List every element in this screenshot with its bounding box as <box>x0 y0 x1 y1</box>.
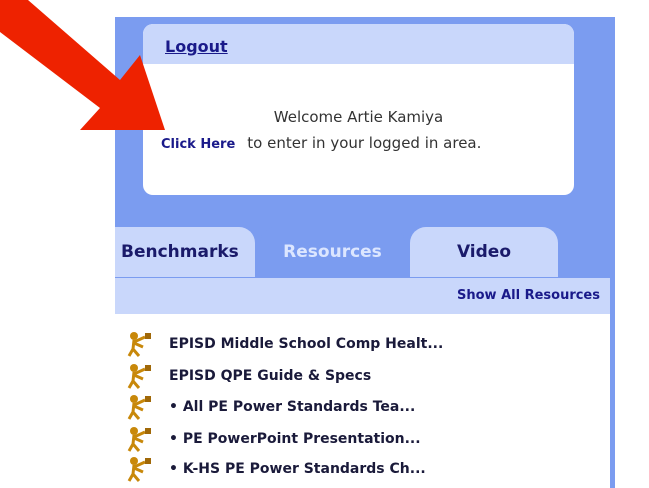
list-item[interactable]: • K-HS PE Power Standards Ch... <box>127 456 426 482</box>
resources-toolbar: Show All Resources <box>115 278 610 314</box>
tab-resources[interactable]: Resources <box>260 227 405 277</box>
resource-label: EPISD QPE Guide & Specs <box>169 368 372 384</box>
red-arrow-icon <box>0 0 165 130</box>
resource-label: EPISD Middle School Comp Healt... <box>169 336 444 352</box>
enter-area-line: Click Here to enter in your logged in are… <box>161 134 481 152</box>
pe-figure-icon <box>127 332 151 357</box>
resource-label: • PE PowerPoint Presentation... <box>169 431 421 447</box>
pe-figure-icon <box>127 427 151 452</box>
login-box: Logout Welcome Artie Kamiya Click Here to… <box>143 24 574 195</box>
welcome-message: Welcome Artie Kamiya <box>273 108 444 126</box>
resource-label: • K-HS PE Power Standards Ch... <box>169 461 426 477</box>
list-item[interactable]: • PE PowerPoint Presentation... <box>127 426 421 452</box>
resource-label: • All PE Power Standards Tea... <box>169 399 416 415</box>
list-item[interactable]: EPISD QPE Guide & Specs <box>127 363 371 389</box>
pe-figure-icon <box>127 364 151 389</box>
enter-area-text: to enter in your logged in area. <box>247 134 482 152</box>
tab-benchmarks[interactable]: Benchmarks <box>115 227 255 277</box>
list-item[interactable]: EPISD Middle School Comp Healt... <box>127 331 443 357</box>
pe-figure-icon <box>127 395 151 420</box>
list-item[interactable]: • All PE Power Standards Tea... <box>127 394 415 420</box>
login-header: Logout <box>143 24 574 64</box>
tab-video[interactable]: Video <box>410 227 558 277</box>
show-all-resources-link[interactable]: Show All Resources <box>457 288 600 303</box>
resource-list: EPISD Middle School Comp Healt... EPISD … <box>115 314 610 488</box>
pe-figure-icon <box>127 457 151 482</box>
